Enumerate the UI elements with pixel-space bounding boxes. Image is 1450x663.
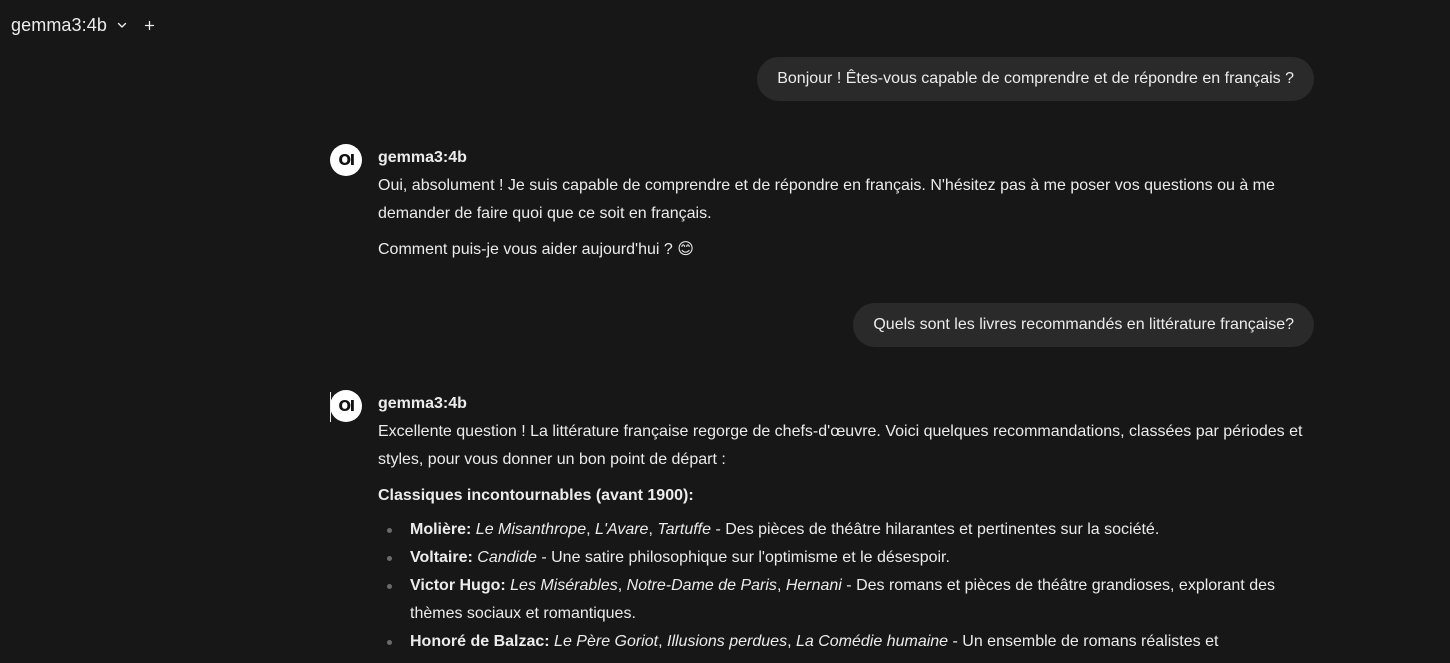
assistant-message-body: Excellente question ! La littérature fra… [378,418,1308,656]
list-item: Voltaire: Candide - Une satire philosoph… [387,544,1308,572]
model-name[interactable]: gemma3:4b [11,15,107,36]
message-paragraph: Excellente question ! La littérature fra… [378,423,1303,468]
assistant-avatar: OI [330,144,362,176]
assistant-sender-name: gemma3:4b [378,149,467,166]
chevron-down-icon[interactable] [115,18,129,32]
user-message-bubble[interactable]: Quels sont les livres recommandés en lit… [853,303,1314,347]
assistant-message-body: Oui, absolument ! Je suis capable de com… [378,172,1308,264]
assistant-avatar: OI [330,390,362,422]
book-list: Molière: Le Misanthrope, L'Avare, Tartuf… [378,516,1308,656]
plus-icon[interactable] [143,18,157,32]
book-title: Notre-Dame de Paris [626,577,777,594]
list-item: Honoré de Balzac: Le Père Goriot, Illusi… [387,628,1308,656]
book-title: Hernani [785,577,842,594]
book-description: Une satire philosophique sur l'optimisme… [551,549,950,566]
book-title: Le Misanthrope [475,521,587,538]
book-title: Les Misérables [510,577,618,594]
message-paragraph: Oui, absolument ! Je suis capable de com… [378,177,1275,222]
book-description: Un ensemble de romans réalistes et [962,633,1219,650]
assistant-message-content: gemma3:4b Excellente question ! La litté… [378,394,1308,656]
author-name: Voltaire: [410,549,473,566]
book-title: Tartuffe [657,521,712,538]
section-heading: Classiques incontournables (avant 1900): [378,487,694,504]
book-description: Des pièces de théâtre hilarantes et pert… [725,521,1160,538]
author-name: Honoré de Balzac: [410,633,550,650]
list-item: Molière: Le Misanthrope, L'Avare, Tartuf… [387,516,1308,544]
model-selector[interactable]: gemma3:4b [11,12,157,38]
list-item: Victor Hugo: Les Misérables, Notre-Dame … [387,572,1308,628]
openwebui-logo-icon: OI [338,397,355,415]
book-title: Candide [477,549,537,566]
message-paragraph: Comment puis-je vous aider aujourd'hui ?… [378,241,694,258]
author-name: Molière: [410,521,472,538]
user-message: Quels sont les livres recommandés en lit… [853,303,1314,347]
chat-app: gemma3:4b Bonjour ! Êtes-vous capable de… [0,0,1450,663]
user-message-bubble[interactable]: Bonjour ! Êtes-vous capable de comprendr… [757,57,1314,101]
openwebui-logo-icon: OI [338,151,355,169]
assistant-message-content: gemma3:4b Oui, absolument ! Je suis capa… [378,148,1308,264]
book-title: Le Père Goriot [554,633,659,650]
user-message: Bonjour ! Êtes-vous capable de comprendr… [757,57,1314,101]
text-cursor [330,392,331,422]
author-name: Victor Hugo: [410,577,506,594]
book-title: La Comédie humaine [795,633,949,650]
book-title: L'Avare [594,521,649,538]
book-title: Illusions perdues [667,633,788,650]
assistant-sender-name: gemma3:4b [378,395,467,412]
